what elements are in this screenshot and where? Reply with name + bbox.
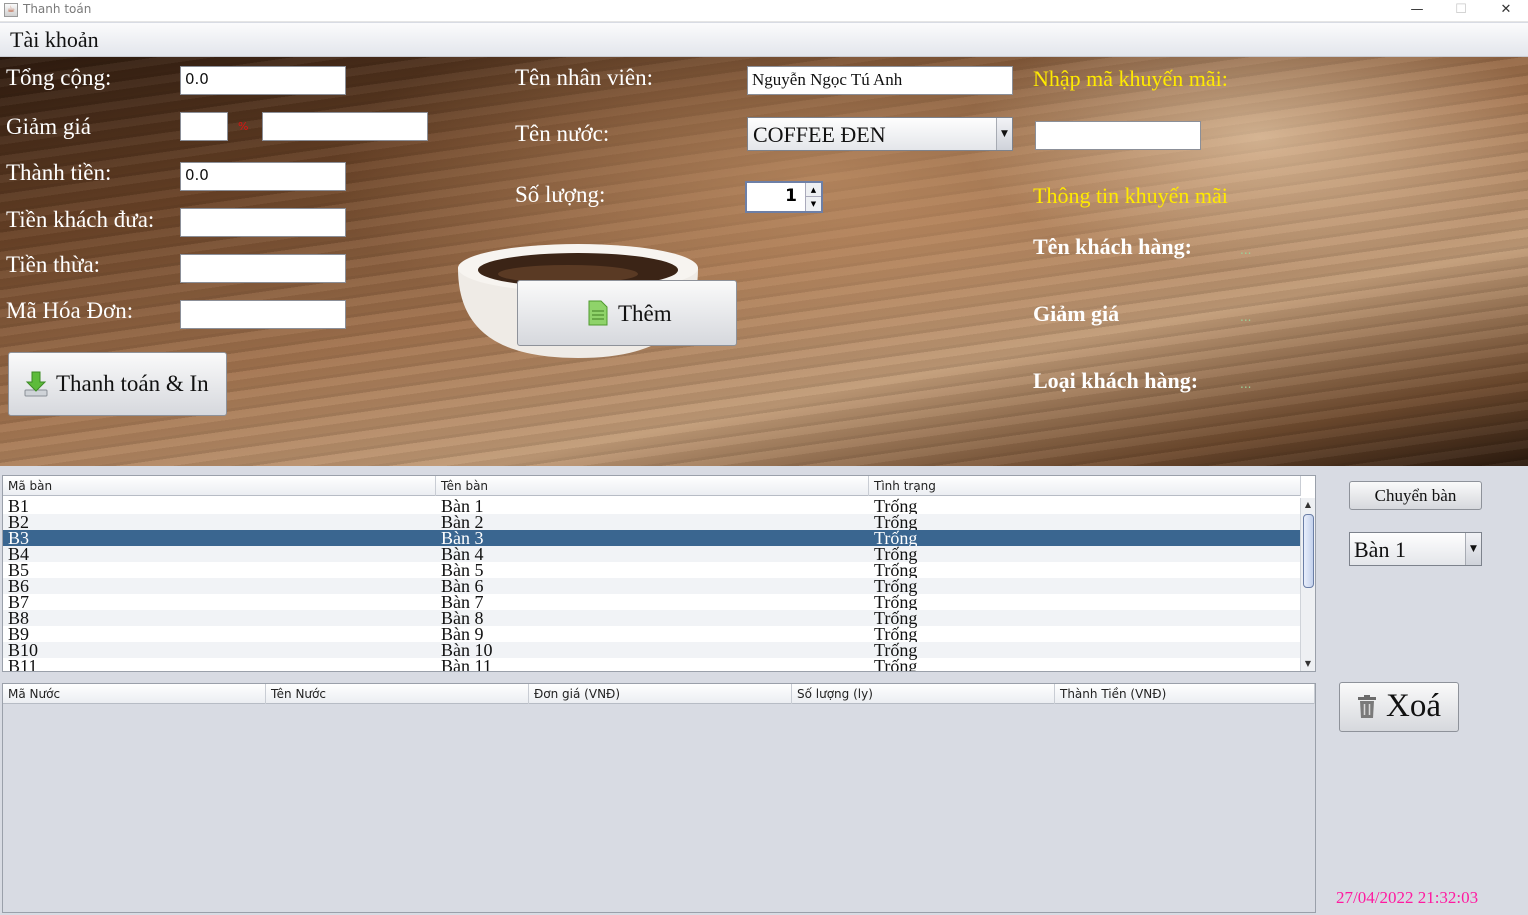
promo-info-label: Thông tin khuyến mãi [1033, 183, 1228, 208]
invoice-field[interactable] [180, 300, 346, 329]
amount-field[interactable]: 0.0 [180, 162, 346, 191]
drink-select-value: COFFEE ĐEN [753, 122, 886, 147]
window-titlebar: ☕ Thanh toán — ☐ ✕ [0, 0, 1528, 22]
column-header-table-name[interactable]: Tên bàn [436, 476, 869, 496]
column-header-drink-id[interactable]: Mã Nước [3, 684, 266, 704]
customer-name-label: Tên khách hàng: [1033, 234, 1192, 259]
table-row[interactable]: B7 Bàn 7 Trống [3, 593, 1301, 611]
promo-discount-value: ... [1240, 310, 1252, 324]
staff-label: Tên nhân viên: [515, 65, 653, 90]
staff-field[interactable]: Nguyễn Ngọc Tú Anh [747, 66, 1013, 95]
column-header-line-total[interactable]: Thành Tiền (VNĐ) [1055, 684, 1315, 704]
scroll-up-icon[interactable]: ▲ [1301, 498, 1315, 512]
chevron-down-icon[interactable]: ▼ [996, 118, 1012, 150]
order-items-grid[interactable]: Mã Nước Tên Nước Đơn giá (VNĐ) Số lượng … [2, 683, 1316, 913]
cash-field[interactable] [180, 208, 346, 237]
pay-print-button[interactable]: Thanh toán & In [8, 352, 227, 416]
window-title: Thanh toán [23, 2, 92, 16]
cell-table-id: B11 [8, 656, 38, 672]
column-header-table-id[interactable]: Mã bàn [3, 476, 436, 496]
customer-type-value: ... [1240, 377, 1252, 391]
drink-label: Tên nước: [515, 121, 610, 146]
tables-grid-header: Mã bàn Tên bàn Tình trạng [3, 476, 1301, 496]
table-row[interactable]: B11 Bàn 11 Trống [3, 656, 1301, 672]
order-panel: Tổng cộng: 0.0 Giảm giá % Thành tiền: 0.… [0, 57, 1528, 466]
table-row[interactable]: B2 Bàn 2 Trống [3, 513, 1301, 531]
spinner-down-icon[interactable]: ▼ [805, 197, 821, 211]
table-row[interactable]: B3 Bàn 3 Trống [3, 529, 1301, 547]
table-row[interactable]: B4 Bàn 4 Trống [3, 545, 1301, 563]
target-table-select[interactable]: Bàn 1 ▼ [1349, 532, 1482, 566]
pay-print-label: Thanh toán & In [56, 371, 209, 396]
total-field[interactable]: 0.0 [180, 66, 346, 95]
cell-table-status: Trống [874, 656, 918, 672]
chevron-down-icon[interactable]: ▼ [1465, 533, 1481, 565]
scroll-down-icon[interactable]: ▼ [1301, 657, 1315, 671]
spinner-up-icon[interactable]: ▲ [805, 183, 821, 197]
order-items-grid-header: Mã Nước Tên Nước Đơn giá (VNĐ) Số lượng … [3, 684, 1315, 704]
column-header-quantity[interactable]: Số lượng (ly) [792, 684, 1055, 704]
table-row[interactable]: B8 Bàn 8 Trống [3, 609, 1301, 627]
discount-percent-field[interactable] [180, 112, 228, 141]
total-label: Tổng cộng: [6, 65, 112, 90]
menu-account[interactable]: Tài khoản [10, 27, 99, 53]
scroll-thumb[interactable] [1303, 514, 1314, 588]
table-row[interactable]: B5 Bàn 5 Trống [3, 561, 1301, 579]
add-button[interactable]: Thêm [517, 280, 737, 346]
promo-code-label: Nhập mã khuyến mãi: [1033, 66, 1228, 91]
quantity-stepper[interactable]: 1 ▲ ▼ [745, 181, 823, 213]
table-row[interactable]: B10 Bàn 10 Trống [3, 641, 1301, 659]
table-row[interactable]: B9 Bàn 9 Trống [3, 625, 1301, 643]
column-header-drink-name[interactable]: Tên Nước [266, 684, 529, 704]
promo-discount-label: Giảm giá [1033, 301, 1120, 326]
change-label: Tiền thừa: [6, 252, 101, 277]
tables-grid[interactable]: Mã bàn Tên bàn Tình trạng B1 Bàn 1 Trống B2… [2, 475, 1316, 672]
discount-amount-field[interactable] [262, 112, 428, 141]
table-row[interactable]: B6 Bàn 6 Trống [3, 577, 1301, 595]
customer-name-value: ... [1240, 243, 1252, 257]
menu-bar: Tài khoản [0, 23, 1528, 57]
column-header-table-status[interactable]: Tình trạng [869, 476, 1301, 496]
add-button-label: Thêm [618, 301, 672, 326]
customer-type-label: Loại khách hàng: [1033, 368, 1199, 393]
download-arrow-icon [24, 371, 48, 397]
table-row[interactable]: B1 Bàn 1 Trống [3, 497, 1301, 515]
change-field[interactable] [180, 254, 346, 283]
column-header-unit-price[interactable]: Đơn giá (VNĐ) [529, 684, 792, 704]
close-button[interactable]: ✕ [1483, 0, 1528, 22]
promo-code-field[interactable] [1035, 121, 1201, 150]
minimize-button[interactable]: — [1394, 0, 1440, 22]
delete-button[interactable]: Xoá [1339, 682, 1459, 732]
maximize-button[interactable]: ☐ [1438, 0, 1484, 22]
discount-label: Giảm giá [6, 114, 91, 139]
drink-select[interactable]: COFFEE ĐEN ▼ [747, 117, 1013, 151]
datetime-label: 27/04/2022 21:32:03 [1336, 888, 1479, 907]
tables-grid-scrollbar[interactable]: ▲ ▼ [1300, 498, 1315, 671]
target-table-value: Bàn 1 [1354, 537, 1406, 562]
delete-button-label: Xoá [1386, 688, 1441, 724]
cell-table-name: Bàn 11 [441, 656, 492, 672]
amount-label: Thành tiền: [6, 160, 112, 185]
quantity-label: Số lượng: [515, 182, 606, 207]
switch-table-button[interactable]: Chuyển bàn [1349, 481, 1482, 510]
trash-icon [1358, 695, 1376, 718]
cash-label: Tiền khách đưa: [6, 207, 155, 232]
document-icon [588, 300, 608, 326]
percent-sign: % [238, 120, 249, 133]
java-app-icon: ☕ [4, 3, 18, 17]
invoice-label: Mã Hóa Đơn: [6, 298, 134, 323]
quantity-value: 1 [785, 186, 797, 206]
